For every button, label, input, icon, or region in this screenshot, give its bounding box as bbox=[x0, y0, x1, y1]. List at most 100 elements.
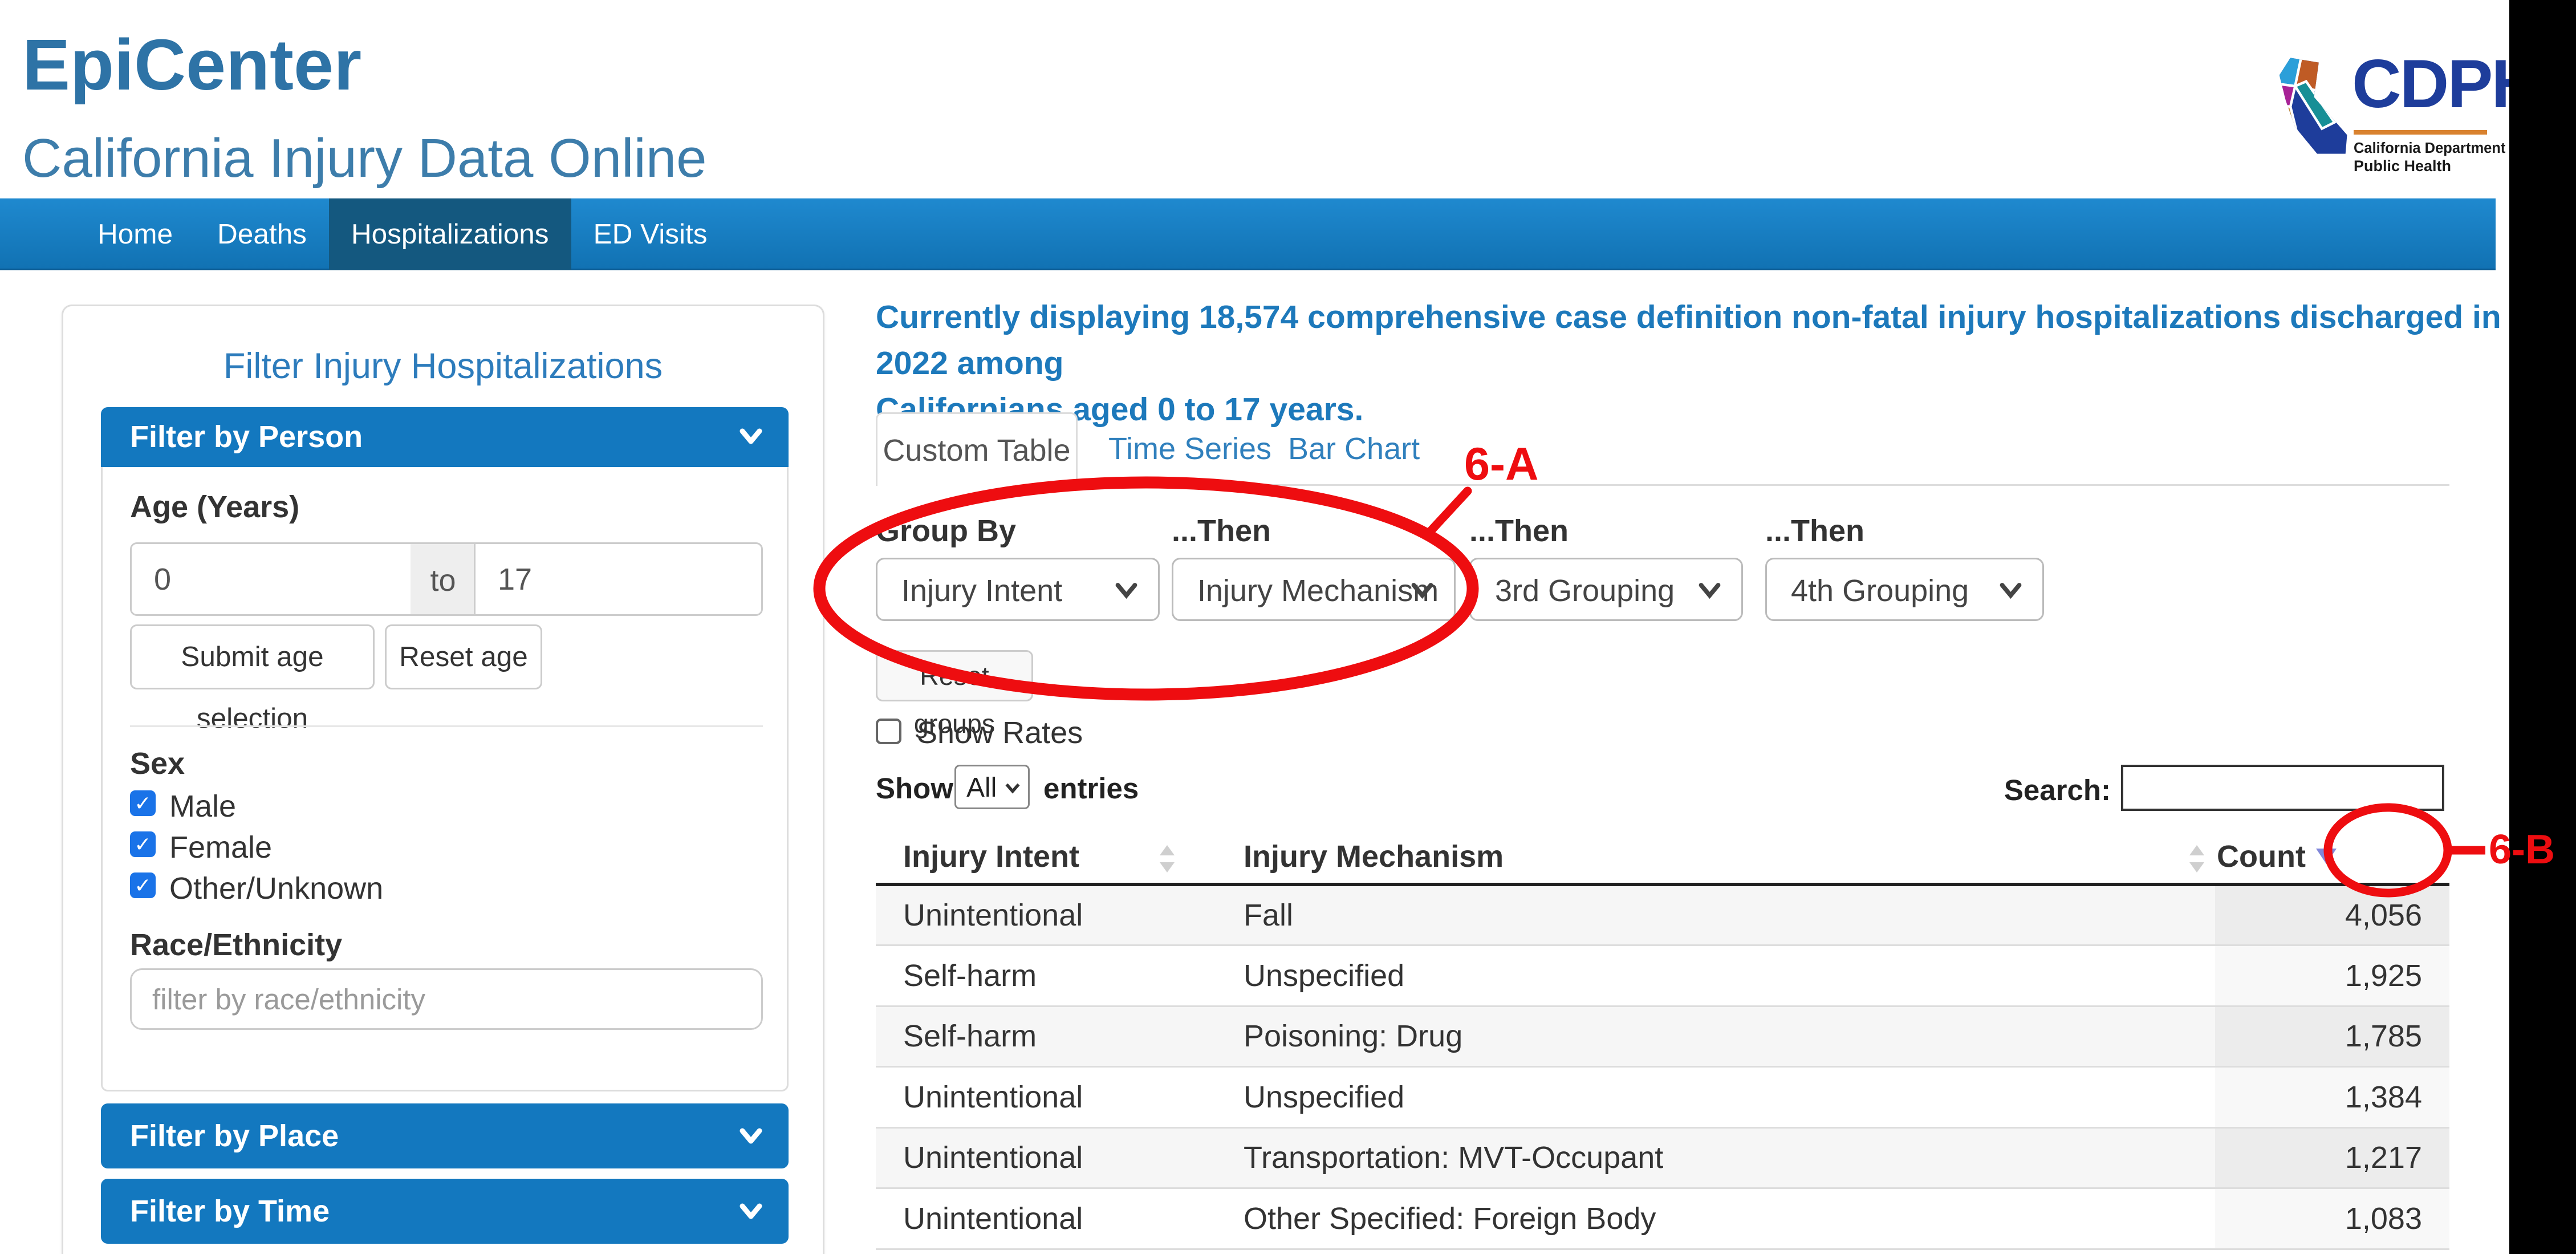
cell-count: 1,925 bbox=[2215, 945, 2449, 1007]
chevron-down-icon bbox=[737, 424, 765, 448]
tab-bar-chart[interactable]: Bar Chart bbox=[1288, 431, 1420, 466]
search-label: Search: bbox=[1967, 773, 2111, 807]
grouping-label-2: ...Then bbox=[1172, 513, 1271, 549]
column-header-injury-intent[interactable]: Injury Intent bbox=[876, 830, 1223, 884]
chevron-down-icon bbox=[737, 1199, 765, 1223]
cell-count: 1,083 bbox=[2215, 1188, 2449, 1249]
table-row[interactable]: UnintentionalTransportation: MVT-Occupan… bbox=[876, 1127, 2449, 1188]
table-row[interactable]: UnintentionalOther Specified: Foreign Bo… bbox=[876, 1188, 2449, 1249]
cell-injury-mechanism: Transportation: MVT-Occupant bbox=[1223, 1127, 2215, 1188]
entries-suffix-label: entries bbox=[1043, 772, 1139, 805]
sex-checkbox-other-unknown[interactable]: ✓ bbox=[130, 872, 156, 898]
chevron-down-icon bbox=[1004, 780, 1021, 796]
page-subtitle: California Injury Data Online bbox=[22, 130, 707, 188]
results-table: Injury Intent Injury Mechanism Count Uni… bbox=[876, 830, 2449, 1250]
tab-custom-table[interactable]: Custom Table bbox=[876, 412, 1078, 486]
column-header-injury-mechanism[interactable]: Injury Mechanism bbox=[1223, 830, 2215, 884]
table-header-row: Injury Intent Injury Mechanism Count bbox=[876, 830, 2449, 884]
chevron-down-icon bbox=[1409, 578, 1435, 602]
summary-text: Currently displaying 18,574 comprehensiv… bbox=[876, 294, 2518, 433]
summary-line2: Californians aged 0 to 17 years. bbox=[876, 387, 2518, 433]
cell-injury-intent: Self-harm bbox=[876, 945, 1223, 1007]
grouping-label-1: Group By bbox=[876, 513, 1016, 549]
nav-item-home[interactable]: Home bbox=[75, 198, 195, 270]
cdph-logo: CDPH California Department of Public Hea… bbox=[2272, 62, 2528, 185]
chevron-down-icon bbox=[737, 1124, 765, 1148]
sex-checkbox-label: Other/Unknown bbox=[169, 871, 383, 906]
grouping-label-4: ...Then bbox=[1765, 513, 1864, 549]
age-to-separator: to bbox=[411, 542, 476, 616]
cell-injury-intent: Unintentional bbox=[876, 1188, 1223, 1249]
then-select-2[interactable]: Injury Mechanism bbox=[1172, 558, 1456, 621]
cell-count: 1,217 bbox=[2215, 1127, 2449, 1188]
main-nav: HomeDeathsHospitalizationsED Visits bbox=[0, 198, 2496, 270]
cell-injury-intent: Unintentional bbox=[876, 884, 1223, 945]
show-rates-label: Show Rates bbox=[917, 715, 1083, 750]
filter-by-time-header[interactable]: Filter by Time bbox=[101, 1179, 789, 1244]
reset-groups-button[interactable]: Reset groups bbox=[876, 650, 1033, 701]
annotation-leader-6a bbox=[1427, 491, 1468, 535]
age-label: Age (Years) bbox=[130, 489, 299, 525]
tab-divider bbox=[876, 484, 2449, 486]
table-row[interactable]: UnintentionalFall4,056 bbox=[876, 884, 2449, 945]
cell-injury-mechanism: Fall bbox=[1223, 884, 2215, 945]
cdph-orange-rule bbox=[2354, 130, 2487, 135]
page-title: EpiCenter bbox=[22, 27, 361, 103]
cdph-org-line2: Public Health bbox=[2354, 157, 2451, 175]
entries-prefix-label: Show bbox=[876, 772, 953, 805]
sort-unsorted-icon bbox=[1160, 845, 1175, 872]
annotation-label-6b: 6-B bbox=[2489, 826, 2555, 873]
submit-age-button[interactable]: Submit age selection bbox=[130, 624, 375, 689]
search-input[interactable] bbox=[2121, 765, 2444, 811]
nav-item-hospitalizations[interactable]: Hospitalizations bbox=[329, 198, 571, 270]
then-select-3[interactable]: 3rd Grouping bbox=[1469, 558, 1743, 621]
entries-select[interactable]: All bbox=[954, 765, 1030, 809]
filter-by-place-header[interactable]: Filter by Place bbox=[101, 1103, 789, 1168]
cell-injury-mechanism: Unspecified bbox=[1223, 945, 2215, 1007]
cell-injury-mechanism: Unspecified bbox=[1223, 1067, 2215, 1128]
cell-injury-mechanism: Other Specified: Foreign Body bbox=[1223, 1188, 2215, 1249]
sex-checkbox-label: Female bbox=[169, 830, 272, 865]
age-to-input[interactable] bbox=[474, 542, 763, 616]
filter-by-person-header[interactable]: Filter by Person bbox=[101, 407, 789, 467]
annotation-label-6a: 6-A bbox=[1464, 438, 1539, 491]
sort-descending-icon bbox=[2316, 849, 2337, 864]
epicenter-page: EpiCenter California Injury Data Online … bbox=[0, 0, 2576, 1254]
sex-checkbox-female[interactable]: ✓ bbox=[130, 831, 156, 857]
sort-unsorted-icon bbox=[2189, 845, 2205, 872]
column-header-count[interactable]: Count bbox=[2215, 830, 2449, 884]
nav-item-deaths[interactable]: Deaths bbox=[195, 198, 329, 270]
table-row[interactable]: Self-harmUnspecified1,925 bbox=[876, 945, 2449, 1007]
grouping-label-3: ...Then bbox=[1469, 513, 1569, 549]
then-select-4[interactable]: 4th Grouping bbox=[1765, 558, 2044, 621]
age-from-input[interactable] bbox=[130, 542, 412, 616]
table-row[interactable]: Self-harmPoisoning: Drug1,785 bbox=[876, 1006, 2449, 1067]
cdph-org-line1: California Department of bbox=[2354, 140, 2524, 157]
screenshot-black-border bbox=[2509, 0, 2576, 1254]
show-rates-checkbox[interactable] bbox=[876, 719, 901, 744]
sex-checkbox-male[interactable]: ✓ bbox=[130, 790, 156, 816]
sex-label: Sex bbox=[130, 746, 185, 781]
cell-count: 4,056 bbox=[2215, 884, 2449, 945]
group-by-select[interactable]: Injury Intent bbox=[876, 558, 1160, 621]
chevron-down-icon bbox=[1697, 578, 1722, 602]
tab-time-series[interactable]: Time Series bbox=[1108, 431, 1271, 466]
race-ethnicity-label: Race/Ethnicity bbox=[130, 927, 342, 963]
table-row[interactable]: UnintentionalUnspecified1,384 bbox=[876, 1067, 2449, 1128]
cell-injury-intent: Self-harm bbox=[876, 1006, 1223, 1067]
cell-injury-intent: Unintentional bbox=[876, 1127, 1223, 1188]
cell-injury-mechanism: Poisoning: Drug bbox=[1223, 1006, 2215, 1067]
cell-count: 1,384 bbox=[2215, 1067, 2449, 1128]
nav-item-ed-visits[interactable]: ED Visits bbox=[571, 198, 730, 270]
california-state-icon bbox=[2272, 55, 2350, 178]
chevron-down-icon bbox=[1998, 578, 2024, 602]
cell-count: 1,785 bbox=[2215, 1006, 2449, 1067]
sex-checkbox-label: Male bbox=[169, 789, 236, 824]
race-ethnicity-input[interactable] bbox=[130, 968, 763, 1030]
summary-line1: Currently displaying 18,574 comprehensiv… bbox=[876, 294, 2518, 387]
reset-age-button[interactable]: Reset age bbox=[385, 624, 542, 689]
divider bbox=[130, 725, 763, 727]
cell-injury-intent: Unintentional bbox=[876, 1067, 1223, 1128]
chevron-down-icon bbox=[1114, 578, 1139, 602]
filter-panel-title: Filter Injury Hospitalizations bbox=[62, 346, 824, 387]
